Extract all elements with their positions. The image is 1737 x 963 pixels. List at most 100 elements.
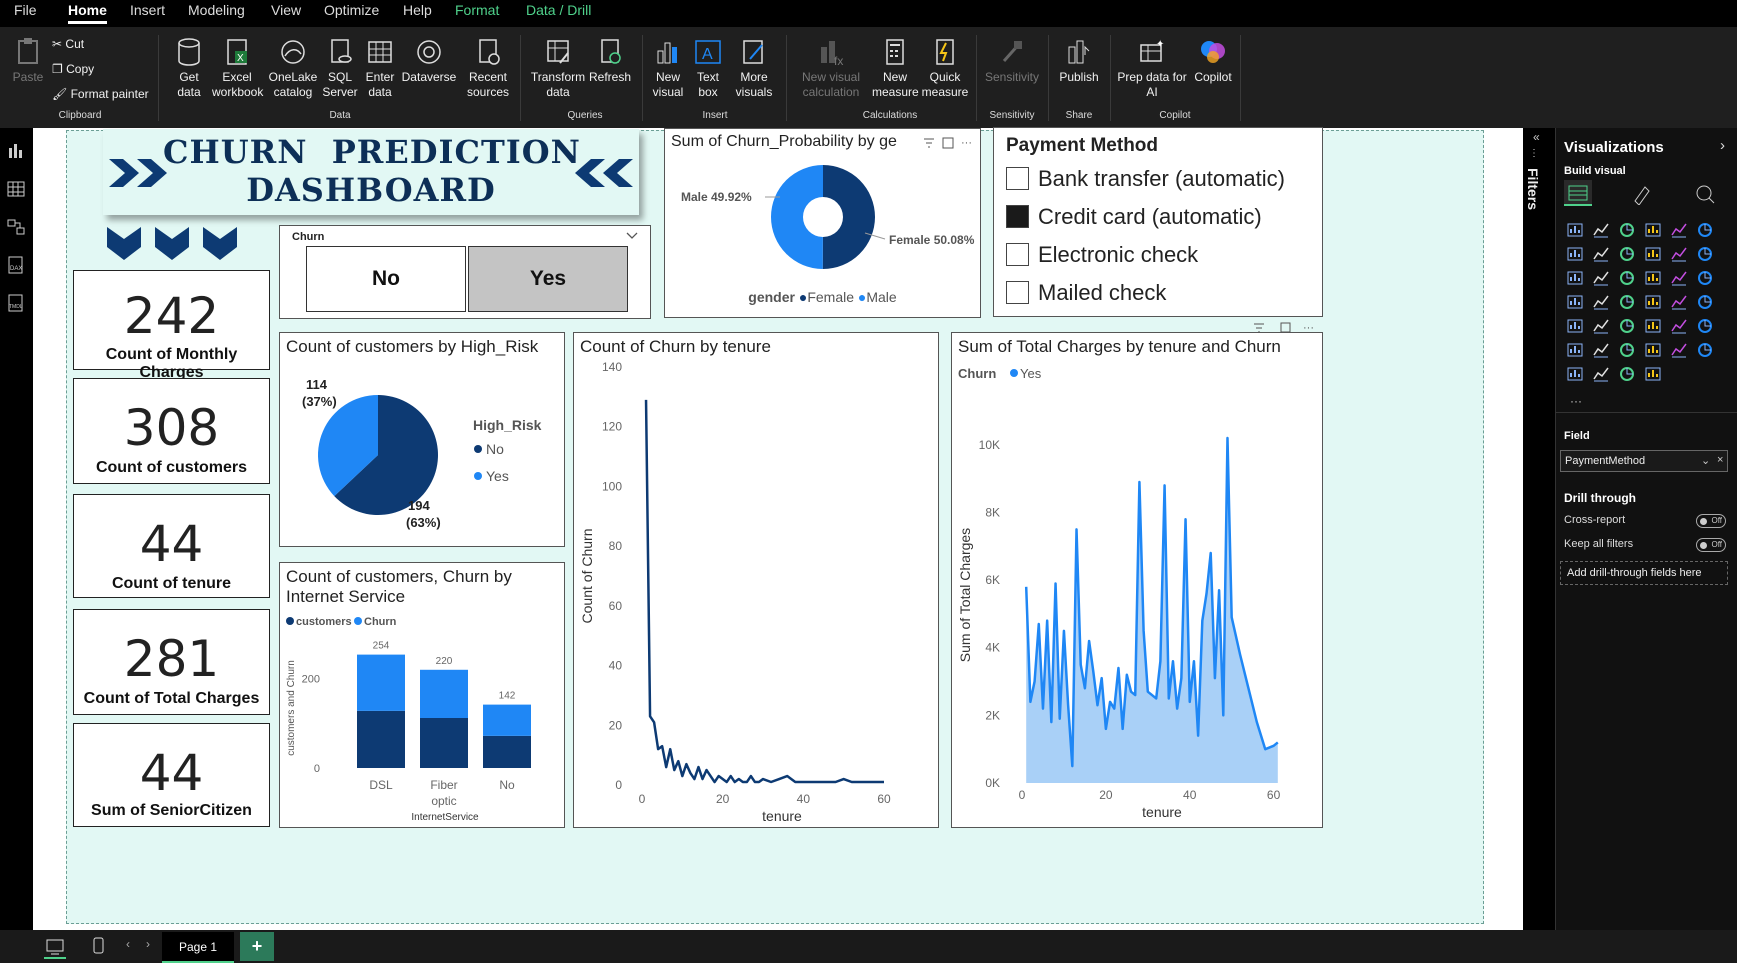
menu-view[interactable]: View: [271, 2, 301, 18]
enter-data-button[interactable]: Enter data: [362, 37, 398, 100]
key-influencers-icon[interactable]: [1592, 341, 1610, 359]
onelake-catalog-button[interactable]: OneLake catalog: [268, 37, 318, 100]
page-tab-page-1[interactable]: Page 1: [162, 932, 234, 963]
chevron-down-icon[interactable]: [626, 231, 638, 241]
kpi-icon[interactable]: [1592, 317, 1610, 335]
clustered-column-icon[interactable]: [1644, 221, 1662, 239]
menu-home[interactable]: Home: [68, 2, 107, 24]
line-clustered-icon[interactable]: [1670, 245, 1688, 263]
desktop-layout-icon[interactable]: [45, 938, 65, 956]
copilot-button[interactable]: Copilot: [1190, 37, 1236, 85]
paginated-icon[interactable]: [1696, 341, 1714, 359]
chevron-down-icon[interactable]: ⌄: [1701, 454, 1710, 467]
get-data-button[interactable]: Get data: [168, 37, 210, 100]
refresh-button[interactable]: Refresh: [588, 37, 632, 85]
checkbox[interactable]: [1006, 167, 1029, 190]
field-well-paymentmethod[interactable]: PaymentMethod ⌄ ×: [1560, 450, 1728, 472]
filters-pane-collapsed[interactable]: « ⋮ Filters: [1523, 128, 1555, 930]
table-view-icon[interactable]: [7, 180, 25, 198]
scatter-icon[interactable]: [1618, 269, 1636, 287]
dataverse-button[interactable]: Dataverse: [400, 37, 458, 85]
new-visual-button[interactable]: New visual: [650, 37, 686, 100]
gender-donut-chart[interactable]: Sum of Churn_Probability by ge ··· Femal…: [664, 128, 981, 318]
mobile-layout-icon[interactable]: [92, 937, 106, 955]
treemap-icon[interactable]: [1696, 269, 1714, 287]
map-icon[interactable]: [1566, 293, 1584, 311]
kpi-card-total-charges[interactable]: 281 Count of Total Charges: [73, 609, 270, 715]
menu-insert[interactable]: Insert: [130, 2, 165, 18]
python-icon[interactable]: [1566, 341, 1584, 359]
azure-map-icon[interactable]: [1618, 293, 1636, 311]
ribbon-icon[interactable]: [1696, 245, 1714, 263]
qa-icon[interactable]: [1644, 341, 1662, 359]
menu-help[interactable]: Help: [403, 2, 432, 18]
analytics-icon[interactable]: [1694, 183, 1716, 205]
power-apps-icon[interactable]: [1566, 365, 1584, 383]
more-a-icon[interactable]: [1618, 365, 1636, 383]
arcgis-icon[interactable]: [1644, 293, 1662, 311]
more-b-icon[interactable]: [1644, 365, 1662, 383]
menu-data-drill[interactable]: Data / Drill: [526, 2, 591, 18]
cross-report-toggle[interactable]: Off: [1696, 514, 1726, 528]
new-visual-calculation-button[interactable]: fx New visual calculation: [794, 37, 868, 100]
donut-icon[interactable]: [1670, 269, 1688, 287]
funnel-icon[interactable]: [1592, 269, 1610, 287]
more-visuals-ellipsis[interactable]: ···: [1570, 394, 1582, 408]
area-icon[interactable]: [1592, 245, 1610, 263]
add-drill-through-well[interactable]: Add drill-through fields here: [1560, 561, 1728, 585]
checkbox[interactable]: [1006, 205, 1029, 228]
expand-chevron-icon[interactable]: ›: [1720, 137, 1725, 154]
sql-server-button[interactable]: SQL Server: [322, 37, 358, 100]
menu-file[interactable]: File: [14, 2, 37, 18]
publish-button[interactable]: Publish: [1054, 37, 1104, 85]
checkbox[interactable]: [1006, 243, 1029, 266]
menu-modeling[interactable]: Modeling: [188, 2, 245, 18]
remove-field-icon[interactable]: ×: [1717, 454, 1723, 466]
checkbox[interactable]: [1006, 281, 1029, 304]
line-column-icon[interactable]: [1644, 245, 1662, 263]
stacked-column-icon[interactable]: [1592, 221, 1610, 239]
copy-button[interactable]: ❐ Copy: [52, 62, 94, 76]
quick-measure-button[interactable]: Quick measure: [920, 37, 970, 100]
churn-by-tenure-line-chart[interactable]: Count of Churn by tenure 0 20 40 60 80 100 120…: [573, 332, 939, 828]
visual-header-icons[interactable]: ···: [1253, 322, 1323, 334]
100-bar-icon[interactable]: [1670, 221, 1688, 239]
excel-workbook-button[interactable]: X Excel workbook: [212, 37, 263, 100]
kpi-card-senior-citizen[interactable]: 44 Sum of SeniorCitizen: [73, 723, 270, 827]
line-icon[interactable]: [1566, 245, 1584, 263]
new-measure-button[interactable]: New measure: [872, 37, 919, 100]
menu-format[interactable]: Format: [455, 2, 499, 18]
stacked-bar-icon[interactable]: [1566, 221, 1584, 239]
pie-icon[interactable]: [1644, 269, 1662, 287]
prep-data-for-ai-button[interactable]: ✦ Prep data for AI: [1116, 37, 1188, 100]
more-visuals-button[interactable]: More visuals: [730, 37, 778, 100]
format-painter-button[interactable]: 🖌 Format painter: [52, 87, 149, 101]
sensitivity-button[interactable]: Sensitivity: [982, 37, 1042, 85]
paste-button[interactable]: Paste: [10, 37, 46, 85]
add-page-button[interactable]: +: [240, 932, 274, 961]
decomposition-icon[interactable]: [1618, 341, 1636, 359]
text-box-button[interactable]: A Text box: [690, 37, 726, 100]
slicer-option-no[interactable]: No: [306, 246, 466, 312]
transform-data-button[interactable]: Transform data: [530, 37, 586, 100]
format-visual-icon[interactable]: [1631, 183, 1653, 205]
slicer-icon[interactable]: [1618, 317, 1636, 335]
menu-optimize[interactable]: Optimize: [324, 2, 379, 18]
prev-page-icon[interactable]: ‹: [126, 937, 130, 951]
100-column-icon[interactable]: [1696, 221, 1714, 239]
card-icon[interactable]: [1696, 293, 1714, 311]
r-visual-icon[interactable]: [1696, 317, 1714, 335]
multi-row-card-icon[interactable]: [1566, 317, 1584, 335]
cut-button[interactable]: ✂ Cut: [52, 37, 84, 51]
model-view-icon[interactable]: [7, 218, 25, 236]
kpi-card-monthly-charges[interactable]: 242 Count of Monthly Charges: [73, 270, 270, 381]
recent-sources-button[interactable]: Recent sources: [463, 37, 513, 100]
next-page-icon[interactable]: ›: [146, 937, 150, 951]
narrative-icon[interactable]: [1670, 341, 1688, 359]
table-icon[interactable]: [1644, 317, 1662, 335]
collapse-chevron-icon[interactable]: «: [1533, 130, 1540, 144]
total-charges-area-chart[interactable]: Sum of Total Charges by tenure and Churn…: [951, 332, 1323, 828]
gauge-icon[interactable]: [1670, 293, 1688, 311]
power-automate-icon[interactable]: [1592, 365, 1610, 383]
waterfall-icon[interactable]: [1566, 269, 1584, 287]
